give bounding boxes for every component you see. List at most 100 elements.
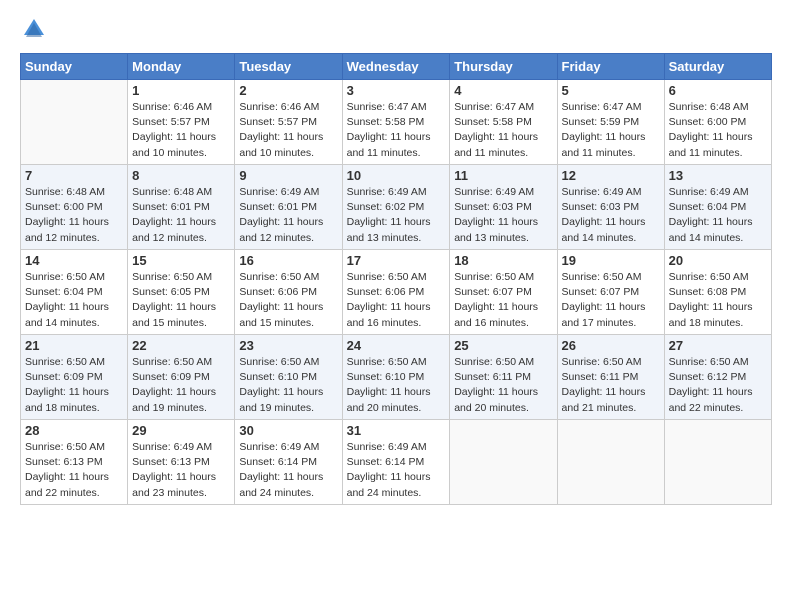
calendar-cell: 30 Sunrise: 6:49 AMSunset: 6:14 PMDayligh…: [235, 420, 342, 505]
calendar-week-row: 21 Sunrise: 6:50 AMSunset: 6:09 PMDayligh…: [21, 335, 772, 420]
day-number: 30: [239, 423, 337, 438]
calendar-cell: [450, 420, 557, 505]
calendar-cell: 26Sunrise: 6:50 AMSunset: 6:11 PMDayligh…: [557, 335, 664, 420]
day-info: Sunrise: 6:50 AMSunset: 6:06 PMDaylight:…: [347, 270, 446, 331]
calendar-cell: [21, 80, 128, 165]
day-number: 25: [454, 338, 552, 353]
day-number: 17: [347, 253, 446, 268]
day-number: 4: [454, 83, 552, 98]
day-info: Sunrise: 6:50 AMSunset: 6:11 PMDaylight:…: [562, 355, 660, 416]
day-info: Sunrise: 6:50 AMSunset: 6:07 PMDaylight:…: [562, 270, 660, 331]
day-info: Sunrise: 6:49 AMSunset: 6:03 PMDaylight:…: [454, 185, 552, 246]
calendar-cell: 12 Sunrise: 6:49 AMSunset: 6:03 PMDayligh…: [557, 165, 664, 250]
calendar-cell: 20 Sunrise: 6:50 AMSunset: 6:08 PMDayligh…: [664, 250, 771, 335]
calendar-cell: 31 Sunrise: 6:49 AMSunset: 6:14 PMDayligh…: [342, 420, 450, 505]
calendar-cell: 22 Sunrise: 6:50 AMSunset: 6:09 PMDayligh…: [128, 335, 235, 420]
day-info: Sunrise: 6:50 AMSunset: 6:05 PMDaylight:…: [132, 270, 230, 331]
day-info: Sunrise: 6:50 AMSunset: 6:10 PMDaylight:…: [239, 355, 337, 416]
calendar-header-thursday: Thursday: [450, 54, 557, 80]
calendar-cell: 3 Sunrise: 6:47 AMSunset: 5:58 PMDaylight…: [342, 80, 450, 165]
day-info: Sunrise: 6:49 AMSunset: 6:04 PMDaylight:…: [669, 185, 767, 246]
calendar-cell: 10 Sunrise: 6:49 AMSunset: 6:02 PMDayligh…: [342, 165, 450, 250]
day-info: Sunrise: 6:49 AMSunset: 6:14 PMDaylight:…: [347, 440, 446, 501]
day-info: Sunrise: 6:46 AMSunset: 5:57 PMDaylight:…: [239, 100, 337, 161]
day-number: 3: [347, 83, 446, 98]
day-number: 24: [347, 338, 446, 353]
day-number: 15: [132, 253, 230, 268]
day-number: 12: [562, 168, 660, 183]
day-number: 1: [132, 83, 230, 98]
calendar-cell: 2 Sunrise: 6:46 AMSunset: 5:57 PMDaylight…: [235, 80, 342, 165]
header: [20, 15, 772, 43]
calendar-header-monday: Monday: [128, 54, 235, 80]
day-info: Sunrise: 6:50 AMSunset: 6:06 PMDaylight:…: [239, 270, 337, 331]
calendar-cell: 18 Sunrise: 6:50 AMSunset: 6:07 PMDayligh…: [450, 250, 557, 335]
day-number: 19: [562, 253, 660, 268]
day-number: 13: [669, 168, 767, 183]
logo-icon: [20, 15, 48, 43]
day-info: Sunrise: 6:49 AMSunset: 6:03 PMDaylight:…: [562, 185, 660, 246]
day-info: Sunrise: 6:50 AMSunset: 6:10 PMDaylight:…: [347, 355, 446, 416]
day-info: Sunrise: 6:50 AMSunset: 6:09 PMDaylight:…: [132, 355, 230, 416]
day-number: 10: [347, 168, 446, 183]
calendar-cell: 19 Sunrise: 6:50 AMSunset: 6:07 PMDayligh…: [557, 250, 664, 335]
calendar-header-row: SundayMondayTuesdayWednesdayThursdayFrid…: [21, 54, 772, 80]
calendar-week-row: 28 Sunrise: 6:50 AMSunset: 6:13 PMDayligh…: [21, 420, 772, 505]
day-number: 20: [669, 253, 767, 268]
calendar-cell: 27Sunrise: 6:50 AMSunset: 6:12 PMDayligh…: [664, 335, 771, 420]
day-info: Sunrise: 6:47 AMSunset: 5:58 PMDaylight:…: [347, 100, 446, 161]
logo: [20, 15, 52, 43]
day-info: Sunrise: 6:48 AMSunset: 6:00 PMDaylight:…: [669, 100, 767, 161]
day-info: Sunrise: 6:50 AMSunset: 6:11 PMDaylight:…: [454, 355, 552, 416]
day-info: Sunrise: 6:50 AMSunset: 6:07 PMDaylight:…: [454, 270, 552, 331]
day-number: 16: [239, 253, 337, 268]
calendar-cell: 9 Sunrise: 6:49 AMSunset: 6:01 PMDaylight…: [235, 165, 342, 250]
calendar-cell: 6 Sunrise: 6:48 AMSunset: 6:00 PMDaylight…: [664, 80, 771, 165]
calendar-header-tuesday: Tuesday: [235, 54, 342, 80]
calendar-cell: 21Sunrise: 6:50 AMSunset: 6:09 PMDayligh…: [21, 335, 128, 420]
calendar-table: SundayMondayTuesdayWednesdayThursdayFrid…: [20, 53, 772, 505]
day-number: 22: [132, 338, 230, 353]
day-number: 11: [454, 168, 552, 183]
day-info: Sunrise: 6:46 AMSunset: 5:57 PMDaylight:…: [132, 100, 230, 161]
day-info: Sunrise: 6:49 AMSunset: 6:14 PMDaylight:…: [239, 440, 337, 501]
calendar-header-friday: Friday: [557, 54, 664, 80]
day-number: 6: [669, 83, 767, 98]
calendar-cell: 28 Sunrise: 6:50 AMSunset: 6:13 PMDayligh…: [21, 420, 128, 505]
day-info: Sunrise: 6:50 AMSunset: 6:08 PMDaylight:…: [669, 270, 767, 331]
page-container: SundayMondayTuesdayWednesdayThursdayFrid…: [0, 0, 792, 515]
calendar-cell: 11 Sunrise: 6:49 AMSunset: 6:03 PMDayligh…: [450, 165, 557, 250]
calendar-cell: 24 Sunrise: 6:50 AMSunset: 6:10 PMDayligh…: [342, 335, 450, 420]
calendar-cell: 1 Sunrise: 6:46 AMSunset: 5:57 PMDaylight…: [128, 80, 235, 165]
calendar-header-sunday: Sunday: [21, 54, 128, 80]
calendar-week-row: 1 Sunrise: 6:46 AMSunset: 5:57 PMDaylight…: [21, 80, 772, 165]
day-number: 14: [25, 253, 123, 268]
calendar-week-row: 14Sunrise: 6:50 AMSunset: 6:04 PMDayligh…: [21, 250, 772, 335]
day-info: Sunrise: 6:49 AMSunset: 6:02 PMDaylight:…: [347, 185, 446, 246]
calendar-cell: [557, 420, 664, 505]
day-number: 9: [239, 168, 337, 183]
day-number: 28: [25, 423, 123, 438]
day-number: 18: [454, 253, 552, 268]
calendar-cell: 15 Sunrise: 6:50 AMSunset: 6:05 PMDayligh…: [128, 250, 235, 335]
calendar-cell: 13 Sunrise: 6:49 AMSunset: 6:04 PMDayligh…: [664, 165, 771, 250]
calendar-cell: 8Sunrise: 6:48 AMSunset: 6:01 PMDaylight…: [128, 165, 235, 250]
day-info: Sunrise: 6:50 AMSunset: 6:13 PMDaylight:…: [25, 440, 123, 501]
day-number: 23: [239, 338, 337, 353]
day-info: Sunrise: 6:49 AMSunset: 6:01 PMDaylight:…: [239, 185, 337, 246]
calendar-cell: 17 Sunrise: 6:50 AMSunset: 6:06 PMDayligh…: [342, 250, 450, 335]
day-number: 2: [239, 83, 337, 98]
day-number: 21: [25, 338, 123, 353]
calendar-cell: 4Sunrise: 6:47 AMSunset: 5:58 PMDaylight…: [450, 80, 557, 165]
day-number: 31: [347, 423, 446, 438]
calendar-cell: 7Sunrise: 6:48 AMSunset: 6:00 PMDaylight…: [21, 165, 128, 250]
calendar-week-row: 7Sunrise: 6:48 AMSunset: 6:00 PMDaylight…: [21, 165, 772, 250]
calendar-cell: 29Sunrise: 6:49 AMSunset: 6:13 PMDayligh…: [128, 420, 235, 505]
day-number: 5: [562, 83, 660, 98]
calendar-cell: 14Sunrise: 6:50 AMSunset: 6:04 PMDayligh…: [21, 250, 128, 335]
calendar-cell: [664, 420, 771, 505]
day-number: 7: [25, 168, 123, 183]
day-info: Sunrise: 6:49 AMSunset: 6:13 PMDaylight:…: [132, 440, 230, 501]
day-number: 8: [132, 168, 230, 183]
day-info: Sunrise: 6:47 AMSunset: 5:59 PMDaylight:…: [562, 100, 660, 161]
